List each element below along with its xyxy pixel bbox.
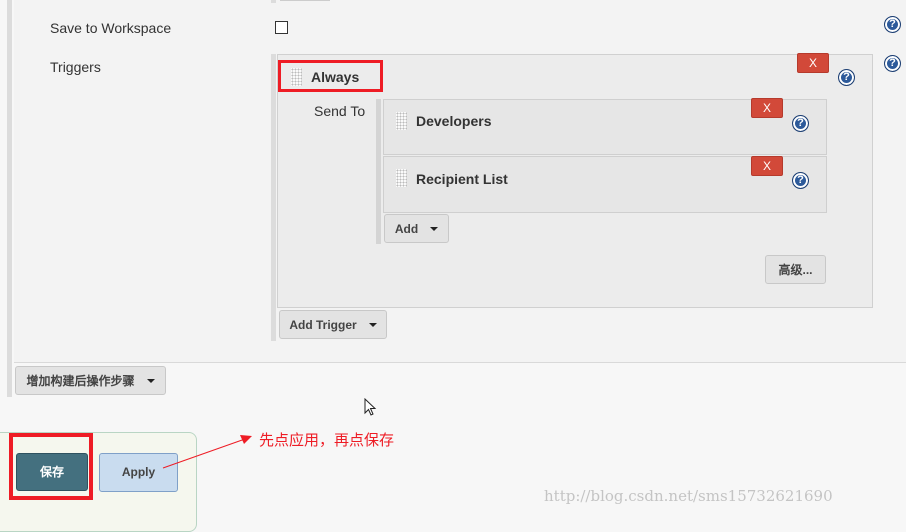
watermark: http://blog.csdn.net/sms15732621690 <box>544 487 833 505</box>
annotation-text: 先点应用，再点保存 <box>259 432 395 449</box>
annotation-arrow <box>162 435 252 469</box>
